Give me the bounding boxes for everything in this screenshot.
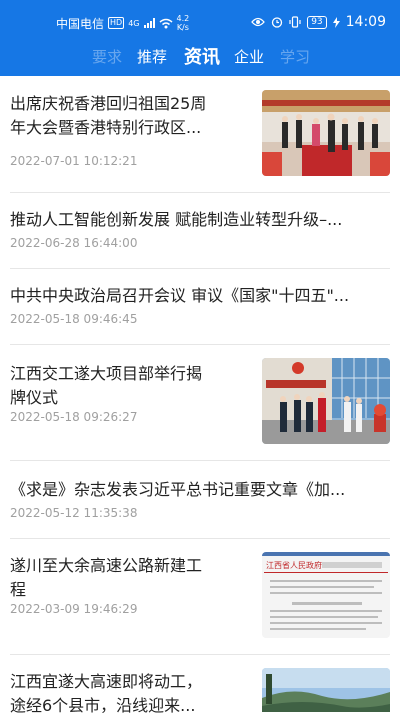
battery-indicator: 93 (307, 15, 327, 29)
vibrate-icon (289, 16, 301, 28)
hd-icon: HD (108, 17, 125, 29)
news-title: 出席庆祝香港回归祖国25周 年大会暨香港特别行政区... (10, 92, 254, 140)
news-date: 2022-03-09 19:46:29 (10, 602, 138, 616)
news-title: 江西交工遂大项目部举行揭 牌仪式 (10, 362, 254, 410)
tab-recommend[interactable]: 推荐 (137, 46, 167, 67)
divider (10, 344, 390, 345)
news-thumbnail (262, 358, 390, 444)
app-header: 中国电信 HD 4G 4.2 K/s 93 14:09 要求 推荐 资讯 企业 学… (0, 0, 400, 76)
divider (10, 538, 390, 539)
clock: 14:09 (345, 14, 386, 30)
speed-unit: K/s (176, 23, 189, 32)
divider (10, 460, 390, 461)
news-title: 遂川至大余高速公路新建工 程 (10, 554, 254, 602)
eye-icon (251, 17, 266, 27)
carrier-name: 中国电信 (56, 16, 105, 31)
news-item[interactable]: 江西交工遂大项目部举行揭 牌仪式 2022-05-18 09:26:27 (10, 358, 390, 448)
status-bar: 中国电信 HD 4G 4.2 K/s 93 14:09 (0, 0, 400, 40)
news-date: 2022-07-01 10:12:21 (10, 154, 138, 168)
news-date: 2022-06-28 16:44:00 (10, 236, 138, 250)
news-item[interactable]: 推动人工智能创新发展 赋能制造业转型升级–... 2022-06-28 16:4… (10, 206, 390, 256)
news-thumbnail (262, 90, 390, 176)
news-title-line: 年大会暨香港特别行政区... (10, 118, 202, 137)
news-thumbnail (262, 668, 390, 712)
news-title-line: 江西交工遂大项目部举行揭 (10, 364, 203, 383)
news-title-line: 途经6个县市，沿线迎来... (10, 696, 196, 715)
news-title-line: 江西宜遂大高速即将动工， (10, 672, 203, 691)
status-right: 93 14:09 (251, 14, 386, 30)
news-title-line: 程 (10, 580, 27, 599)
news-item[interactable]: 遂川至大余高速公路新建工 程 2022-03-09 19:46:29 江西省人民… (10, 552, 390, 642)
network-speed: 4.2 K/s (177, 14, 190, 32)
document-photo: 江西省人民政府 (262, 552, 390, 638)
news-item[interactable]: 中共中央政治局召开会议 审议《国家"十四五"... 2022-05-18 09:… (10, 282, 390, 332)
wifi-icon (159, 18, 172, 28)
speed-value: 4.2 (176, 14, 190, 23)
news-date: 2022-05-12 11:35:38 (10, 506, 138, 520)
divider (10, 654, 390, 655)
news-title-line: 出席庆祝香港回归祖国25周 (10, 94, 207, 113)
news-title: 中共中央政治局召开会议 审议《国家"十四五"... (10, 286, 350, 305)
tab-enterprise[interactable]: 企业 (234, 46, 264, 67)
news-date: 2022-05-18 09:46:45 (10, 312, 138, 326)
news-title: 推动人工智能创新发展 赋能制造业转型升级–... (10, 210, 343, 229)
news-item[interactable]: 《求是》杂志发表习近平总书记重要文章《加... 2022-05-12 11:35… (10, 476, 390, 526)
divider (10, 192, 390, 193)
news-title: 《求是》杂志发表习近平总书记重要文章《加... (10, 480, 346, 499)
status-left: 中国电信 HD 4G 4.2 K/s (56, 14, 189, 32)
ceremony-photo (262, 90, 390, 176)
tab-study[interactable]: 学习 (280, 46, 310, 67)
news-date: 2022-05-18 09:26:27 (10, 410, 138, 424)
news-title: 江西宜遂大高速即将动工， 途经6个县市，沿线迎来... (10, 670, 254, 718)
charging-icon (332, 16, 340, 28)
news-thumbnail: 江西省人民政府 (262, 552, 390, 638)
doc-header: 江西省人民政府 (266, 560, 322, 570)
tab-yaoqiu[interactable]: 要求 (92, 46, 122, 67)
landscape-photo (262, 668, 390, 712)
tab-news[interactable]: 资讯 (184, 43, 220, 69)
category-tabs: 要求 推荐 资讯 企业 学习 (0, 40, 400, 74)
news-item[interactable]: 江西宜遂大高速即将动工， 途经6个县市，沿线迎来... (10, 668, 390, 718)
unveiling-photo (262, 358, 390, 444)
news-item[interactable]: 出席庆祝香港回归祖国25周 年大会暨香港特别行政区... 2022-07-01 … (10, 90, 390, 180)
signal-icon (143, 18, 155, 28)
news-title-line: 遂川至大余高速公路新建工 (10, 556, 203, 575)
news-title-line: 牌仪式 (10, 388, 59, 407)
divider (10, 268, 390, 269)
alarm-icon (272, 17, 283, 28)
network-type: 4G (128, 18, 140, 28)
